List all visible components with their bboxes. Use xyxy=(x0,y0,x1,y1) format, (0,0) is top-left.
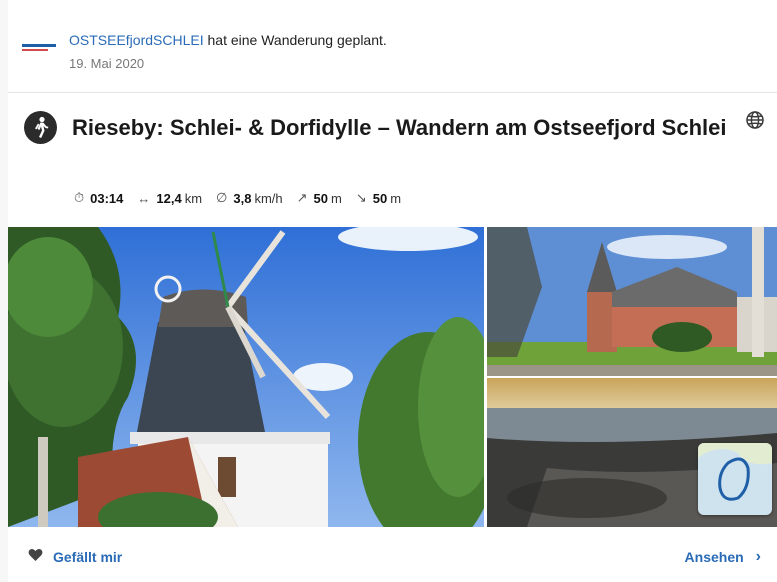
church-photo[interactable] xyxy=(487,227,777,376)
distance-unit: km xyxy=(184,190,203,206)
post-action-text: hat eine Wanderung geplant. xyxy=(207,32,387,48)
distance-icon: ↔ xyxy=(137,190,151,206)
chevron-right-icon: › xyxy=(755,548,761,565)
stat-downhill: ↘ 50 m xyxy=(356,190,401,206)
duration-value: 03:14 xyxy=(90,190,124,206)
author-link[interactable]: OSTSEEfjordSCHLEI xyxy=(69,32,204,48)
stat-speed: ∅ 3,8 km/h xyxy=(216,190,283,206)
author-logo[interactable] xyxy=(22,42,62,54)
hiking-icon xyxy=(24,111,57,144)
tour-stats: ⏱ 03:14 ↔ 12,4 km ∅ 3,8 km/h ↗ 50 m ↘ 50… xyxy=(74,190,415,206)
distance-value: 12,4 xyxy=(156,190,182,206)
uphill-value: 50 xyxy=(313,190,328,206)
downhill-unit: m xyxy=(390,190,402,206)
stopwatch-icon: ⏱ xyxy=(74,190,85,205)
downhill-value: 50 xyxy=(372,190,388,206)
post-date: 19. Mai 2020 xyxy=(69,56,145,71)
stat-uphill: ↗ 50 m xyxy=(297,190,342,206)
card-footer: Gefällt mir Ansehen › xyxy=(8,527,777,582)
like-button[interactable]: Gefällt mir xyxy=(28,548,122,565)
uphill-unit: m xyxy=(331,190,342,206)
downhill-icon: ↘ xyxy=(355,190,367,205)
stat-duration: ⏱ 03:14 xyxy=(74,190,123,206)
uphill-icon: ↗ xyxy=(296,190,308,205)
speed-unit: km/h xyxy=(254,190,283,206)
average-speed-icon: ∅ xyxy=(216,190,228,205)
activity-card: OSTSEEfjordSCHLEI hat eine Wanderung gep… xyxy=(8,0,777,582)
post-header: OSTSEEfjordSCHLEI hat eine Wanderung gep… xyxy=(8,0,777,93)
photo-gallery xyxy=(8,227,777,527)
view-label: Ansehen xyxy=(684,549,744,565)
route-map-thumbnail[interactable] xyxy=(698,443,772,515)
windmill-photo[interactable] xyxy=(8,227,484,527)
globe-icon[interactable] xyxy=(744,109,766,131)
like-label: Gefällt mir xyxy=(53,548,123,565)
post-headline: OSTSEEfjordSCHLEI hat eine Wanderung gep… xyxy=(69,32,387,48)
heart-icon xyxy=(28,548,43,565)
stat-distance: ↔ 12,4 km xyxy=(137,191,202,206)
speed-value: 3,8 xyxy=(233,190,252,206)
tour-title[interactable]: Rieseby: Schlei- & Dorfidylle – Wandern … xyxy=(72,110,732,146)
view-button[interactable]: Ansehen › xyxy=(685,548,761,566)
